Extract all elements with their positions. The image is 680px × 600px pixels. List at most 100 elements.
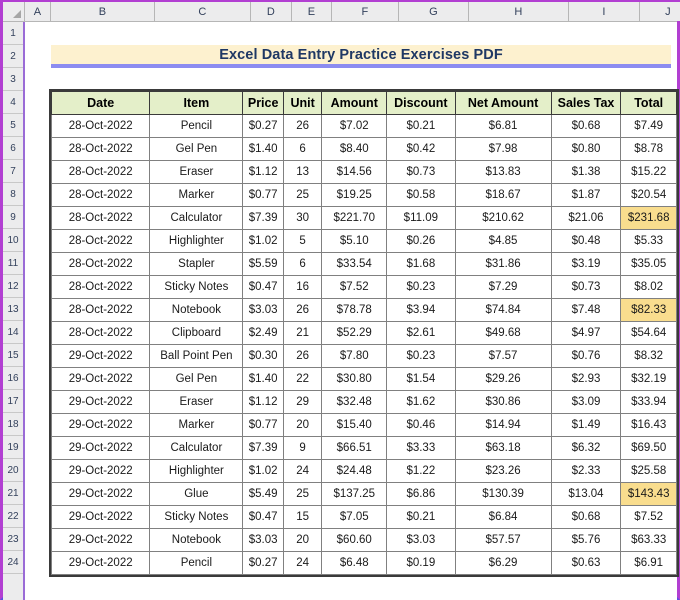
cell-price[interactable]: $3.03 <box>243 299 283 322</box>
cell-price[interactable]: $1.02 <box>243 230 283 253</box>
cell-amount[interactable]: $14.56 <box>322 161 387 184</box>
cell-price[interactable]: $7.39 <box>243 207 283 230</box>
row-header-8[interactable]: 8 <box>3 183 23 206</box>
cell-total[interactable]: $82.33 <box>621 299 677 322</box>
row-header-21[interactable]: 21 <box>3 482 23 505</box>
cell-date[interactable]: 28-Oct-2022 <box>52 299 150 322</box>
column-header-h[interactable]: H <box>469 2 569 21</box>
cell-tax[interactable]: $3.19 <box>551 253 621 276</box>
cell-tax[interactable]: $21.06 <box>551 207 621 230</box>
cell-net[interactable]: $30.86 <box>455 391 551 414</box>
cell-unit[interactable]: 20 <box>283 414 322 437</box>
cell-price[interactable]: $0.27 <box>243 552 283 575</box>
cell-unit[interactable]: 29 <box>283 391 322 414</box>
cell-tax[interactable]: $5.76 <box>551 529 621 552</box>
cell-date[interactable]: 29-Oct-2022 <box>52 529 150 552</box>
column-header-g[interactable]: G <box>399 2 469 21</box>
cell-tax[interactable]: $0.48 <box>551 230 621 253</box>
cell-net[interactable]: $210.62 <box>455 207 551 230</box>
cell-net[interactable]: $29.26 <box>455 368 551 391</box>
cell-discount[interactable]: $1.54 <box>387 368 455 391</box>
cell-total[interactable]: $8.32 <box>621 345 677 368</box>
row-header-14[interactable]: 14 <box>3 321 23 344</box>
cell-unit[interactable]: 5 <box>283 230 322 253</box>
cell-unit[interactable]: 30 <box>283 207 322 230</box>
cell-amount[interactable]: $7.05 <box>322 506 387 529</box>
column-header-j[interactable]: J <box>640 2 680 21</box>
cell-unit[interactable]: 13 <box>283 161 322 184</box>
cell-net[interactable]: $6.84 <box>455 506 551 529</box>
cell-date[interactable]: 28-Oct-2022 <box>52 230 150 253</box>
cell-amount[interactable]: $7.52 <box>322 276 387 299</box>
cell-discount[interactable]: $3.33 <box>387 437 455 460</box>
cell-amount[interactable]: $7.80 <box>322 345 387 368</box>
cell-net[interactable]: $130.39 <box>455 483 551 506</box>
cell-net[interactable]: $4.85 <box>455 230 551 253</box>
row-header-13[interactable]: 13 <box>3 298 23 321</box>
cell-discount[interactable]: $0.23 <box>387 276 455 299</box>
cell-total[interactable]: $32.19 <box>621 368 677 391</box>
cell-tax[interactable]: $3.09 <box>551 391 621 414</box>
cell-date[interactable]: 28-Oct-2022 <box>52 138 150 161</box>
cell-date[interactable]: 28-Oct-2022 <box>52 253 150 276</box>
cell-total[interactable]: $69.50 <box>621 437 677 460</box>
row-header-3[interactable]: 3 <box>3 68 23 91</box>
cell-date[interactable]: 29-Oct-2022 <box>52 345 150 368</box>
cell-net[interactable]: $7.98 <box>455 138 551 161</box>
cell-net[interactable]: $63.18 <box>455 437 551 460</box>
cell-date[interactable]: 28-Oct-2022 <box>52 207 150 230</box>
cell-date[interactable]: 29-Oct-2022 <box>52 368 150 391</box>
cell-price[interactable]: $5.59 <box>243 253 283 276</box>
cell-total[interactable]: $143.43 <box>621 483 677 506</box>
cell-amount[interactable]: $30.80 <box>322 368 387 391</box>
cell-net[interactable]: $7.57 <box>455 345 551 368</box>
cell-item[interactable]: Notebook <box>150 529 243 552</box>
cell-unit[interactable]: 15 <box>283 506 322 529</box>
cell-discount[interactable]: $6.86 <box>387 483 455 506</box>
cell-item[interactable]: Ball Point Pen <box>150 345 243 368</box>
cell-amount[interactable]: $8.40 <box>322 138 387 161</box>
cell-discount[interactable]: $1.22 <box>387 460 455 483</box>
cell-net[interactable]: $18.67 <box>455 184 551 207</box>
cell-amount[interactable]: $6.48 <box>322 552 387 575</box>
cell-total[interactable]: $6.91 <box>621 552 677 575</box>
row-header-6[interactable]: 6 <box>3 137 23 160</box>
cell-net[interactable]: $49.68 <box>455 322 551 345</box>
cell-date[interactable]: 29-Oct-2022 <box>52 391 150 414</box>
cell-item[interactable]: Sticky Notes <box>150 276 243 299</box>
cell-item[interactable]: Glue <box>150 483 243 506</box>
cell-tax[interactable]: $0.68 <box>551 506 621 529</box>
cell-total[interactable]: $35.05 <box>621 253 677 276</box>
cell-tax[interactable]: $1.38 <box>551 161 621 184</box>
cell-net[interactable]: $6.29 <box>455 552 551 575</box>
cell-item[interactable]: Gel Pen <box>150 138 243 161</box>
cell-unit[interactable]: 26 <box>283 299 322 322</box>
cell-tax[interactable]: $2.33 <box>551 460 621 483</box>
cell-date[interactable]: 28-Oct-2022 <box>52 276 150 299</box>
column-header-e[interactable]: E <box>292 2 332 21</box>
row-header-5[interactable]: 5 <box>3 114 23 137</box>
cell-price[interactable]: $1.40 <box>243 138 283 161</box>
cell-amount[interactable]: $60.60 <box>322 529 387 552</box>
cell-date[interactable]: 29-Oct-2022 <box>52 483 150 506</box>
cell-tax[interactable]: $4.97 <box>551 322 621 345</box>
cell-amount[interactable]: $5.10 <box>322 230 387 253</box>
cell-date[interactable]: 29-Oct-2022 <box>52 552 150 575</box>
row-header-15[interactable]: 15 <box>3 344 23 367</box>
cell-total[interactable]: $7.52 <box>621 506 677 529</box>
cell-price[interactable]: $2.49 <box>243 322 283 345</box>
cell-unit[interactable]: 6 <box>283 138 322 161</box>
cell-discount[interactable]: $0.21 <box>387 115 455 138</box>
cell-item[interactable]: Marker <box>150 184 243 207</box>
cell-discount[interactable]: $0.42 <box>387 138 455 161</box>
row-header-20[interactable]: 20 <box>3 459 23 482</box>
column-header-d[interactable]: D <box>251 2 292 21</box>
cell-price[interactable]: $1.12 <box>243 391 283 414</box>
cell-item[interactable]: Pencil <box>150 552 243 575</box>
cell-price[interactable]: $1.02 <box>243 460 283 483</box>
cell-price[interactable]: $0.77 <box>243 414 283 437</box>
row-header-11[interactable]: 11 <box>3 252 23 275</box>
column-header-f[interactable]: F <box>332 2 399 21</box>
cell-discount[interactable]: $11.09 <box>387 207 455 230</box>
column-header-b[interactable]: B <box>51 2 155 21</box>
